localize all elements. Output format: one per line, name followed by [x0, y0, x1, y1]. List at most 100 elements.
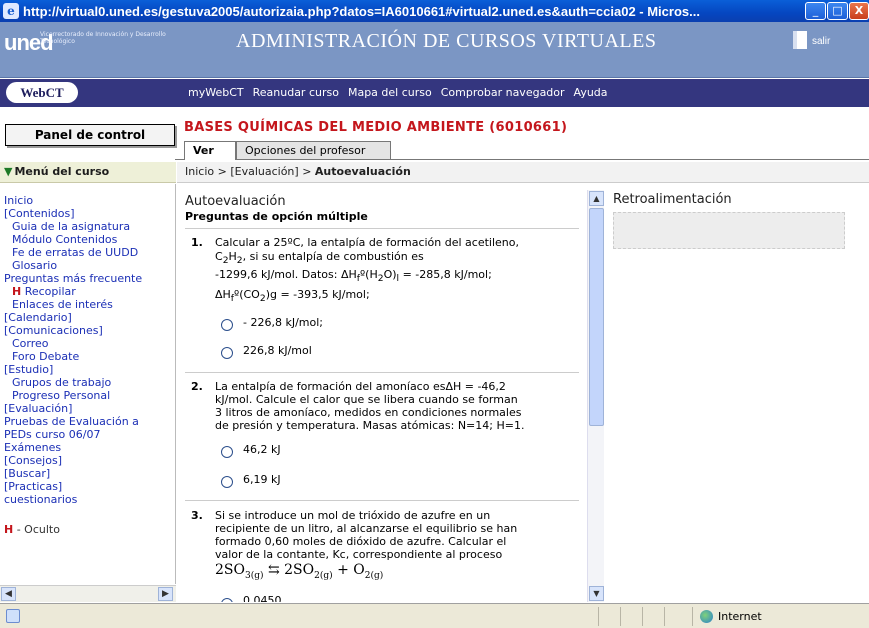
question-1-number: 1.	[191, 236, 203, 249]
menu-item-inicio[interactable]: Inicio	[4, 194, 33, 207]
breadcrumb-inicio[interactable]: Inicio	[185, 165, 214, 178]
status-bar: Internet	[0, 603, 869, 628]
salir-link[interactable]: salir	[812, 36, 830, 47]
eq-product-1: 2SO	[284, 562, 315, 578]
q1-option-1-label[interactable]: - 226,8 kJ/mol;	[243, 316, 323, 329]
door-icon[interactable]	[793, 31, 807, 49]
question-3-line-3: formado 0,60 moles de dióxido de azufre.…	[215, 535, 507, 548]
menu-item-enlaces[interactable]: Enlaces de interés	[12, 298, 113, 311]
header-title: ADMINISTRACIÓN DE CURSOS VIRTUALES	[236, 30, 657, 52]
divider	[185, 372, 579, 373]
menu-item-buscar[interactable]: [Buscar]	[4, 467, 50, 480]
question-1-line-2: C2H2, si su entalpía de combustión es	[215, 250, 424, 267]
uned-header: uned Vicerrectorado de Innovación y Desa…	[0, 22, 869, 78]
legend-h-marker: H	[4, 523, 14, 536]
question-2-number: 2.	[191, 380, 203, 393]
legend-oculto: H - Oculto	[4, 523, 60, 536]
menu-item-preguntas[interactable]: Preguntas más frecuente	[4, 272, 142, 285]
menu-item-calendario[interactable]: [Calendario]	[4, 311, 72, 324]
menu-item-consejos[interactable]: [Consejos]	[4, 454, 62, 467]
divider	[185, 228, 579, 229]
q1-l2-a: C	[215, 250, 223, 263]
menu-item-evaluacion[interactable]: [Evaluación]	[4, 402, 72, 415]
content-vertical-scrollbar[interactable]: ▲ ▼	[587, 190, 604, 602]
hidden-marker: H	[12, 285, 22, 298]
breadcrumb-separator: >	[302, 165, 312, 178]
menu-item-modulo[interactable]: Módulo Contenidos	[12, 233, 117, 246]
eq-product-2-sub: 2(g)	[364, 570, 384, 581]
scroll-right-arrow-icon[interactable]: ▶	[158, 587, 173, 601]
tab-ver[interactable]: Ver	[184, 141, 236, 160]
status-cell	[598, 607, 599, 626]
window-title-bar: e http://virtual0.uned.es/gestuva2005/au…	[0, 0, 869, 22]
eq-reactant: 2SO	[215, 562, 245, 578]
nav-link-mywebct[interactable]: myWebCT	[188, 86, 244, 99]
question-3-number: 3.	[191, 509, 203, 522]
menu-heading[interactable]: ▼ Menú del curso	[0, 162, 176, 183]
nav-link-comprobar[interactable]: Comprobar navegador	[441, 86, 565, 99]
q1-l2-b: H	[228, 250, 237, 263]
minimize-button[interactable]: _	[805, 2, 826, 20]
q1-option-2-radio[interactable]	[221, 347, 233, 359]
feedback-box	[613, 212, 845, 249]
menu-item-recopilar[interactable]: H Recopilar	[12, 285, 76, 298]
menu-heading-label: Menú del curso	[14, 165, 110, 178]
close-button[interactable]: X	[849, 2, 869, 20]
menu-item-comunicaciones[interactable]: [Comunicaciones]	[4, 324, 103, 337]
q2-option-1-radio[interactable]	[221, 446, 233, 458]
q2-option-1-label[interactable]: 46,2 kJ	[243, 443, 281, 456]
q1-l3-c: O)	[383, 268, 397, 281]
quiz-content: Autoevaluación Preguntas de opción múlti…	[177, 184, 587, 602]
page-title: Autoevaluación	[185, 194, 286, 209]
page-status-icon	[6, 609, 20, 623]
menu-item-cuestionarios[interactable]: cuestionarios	[4, 493, 77, 506]
menu-item-progreso[interactable]: Progreso Personal	[12, 389, 110, 402]
menu-item-erratas[interactable]: Fe de erratas de UUDD	[12, 246, 138, 259]
page-subtitle: Preguntas de opción múltiple	[185, 210, 368, 223]
menu-item-practicas[interactable]: [Practicas]	[4, 480, 62, 493]
window-title: http://virtual0.uned.es/gestuva2005/auto…	[23, 3, 700, 19]
status-cell	[664, 607, 665, 626]
menu-item-foro[interactable]: Foro Debate	[12, 350, 79, 363]
q3-option-1-label[interactable]: 0,0450	[243, 594, 282, 602]
status-cell	[620, 607, 621, 626]
nav-link-reanudar[interactable]: Reanudar curso	[253, 86, 339, 99]
scroll-left-arrow-icon[interactable]: ◀	[1, 587, 16, 601]
nav-link-ayuda[interactable]: Ayuda	[574, 86, 608, 99]
panel-de-control-button[interactable]: Panel de control	[5, 124, 175, 146]
scroll-down-arrow-icon[interactable]: ▼	[589, 586, 604, 601]
menu-item-examenes[interactable]: Exámenes	[4, 441, 61, 454]
breadcrumb: Inicio > [Evaluación] > Autoevaluación	[177, 162, 869, 183]
security-zone: Internet	[718, 610, 762, 623]
menu-horizontal-scrollbar[interactable]: ◀ ▶	[0, 585, 176, 602]
q1-l4-c: )g = -393,5 kJ/mol;	[265, 288, 370, 301]
menu-item-recopilar-label: Recopilar	[24, 285, 76, 298]
uned-logo-subtitle: Vicerrectorado de Innovación y Desarroll…	[40, 31, 166, 45]
status-cell	[642, 607, 643, 626]
menu-item-pruebas[interactable]: Pruebas de Evaluación a	[4, 415, 139, 428]
maximize-button[interactable]: □	[827, 2, 848, 20]
webct-nav-bar: WebCT myWebCT Reanudar curso Mapa del cu…	[0, 79, 869, 107]
internet-globe-icon	[700, 610, 713, 623]
scroll-thumb[interactable]	[589, 208, 604, 426]
q1-option-2-label[interactable]: 226,8 kJ/mol	[243, 344, 312, 357]
q2-option-2-radio[interactable]	[221, 476, 233, 488]
tab-opciones-profesor[interactable]: Opciones del profesor	[236, 141, 391, 160]
q1-l3-a: -1299,6 kJ/mol. Datos: ΔH	[215, 268, 357, 281]
q2-option-2-label[interactable]: 6,19 kJ	[243, 473, 281, 486]
menu-item-contenidos[interactable]: [Contenidos]	[4, 207, 75, 220]
menu-item-correo[interactable]: Correo	[12, 337, 49, 350]
question-1-line-1: Calcular a 25ºC, la entalpía de formació…	[215, 236, 520, 249]
scroll-up-arrow-icon[interactable]: ▲	[589, 191, 604, 206]
q1-option-1-radio[interactable]	[221, 319, 233, 331]
menu-item-estudio[interactable]: [Estudio]	[4, 363, 53, 376]
menu-item-guia[interactable]: Guia de la asignatura	[12, 220, 130, 233]
menu-item-grupos[interactable]: Grupos de trabajo	[12, 376, 111, 389]
course-menu: Inicio [Contenidos] Guia de la asignatur…	[0, 184, 176, 584]
q1-l4-b: º(CO	[234, 288, 260, 301]
nav-link-mapa[interactable]: Mapa del curso	[348, 86, 432, 99]
menu-item-peds[interactable]: PEDs curso 06/07	[4, 428, 100, 441]
menu-item-glosario[interactable]: Glosario	[12, 259, 57, 272]
breadcrumb-evaluacion[interactable]: [Evaluación]	[230, 165, 298, 178]
q3-option-1-radio[interactable]	[221, 598, 233, 602]
